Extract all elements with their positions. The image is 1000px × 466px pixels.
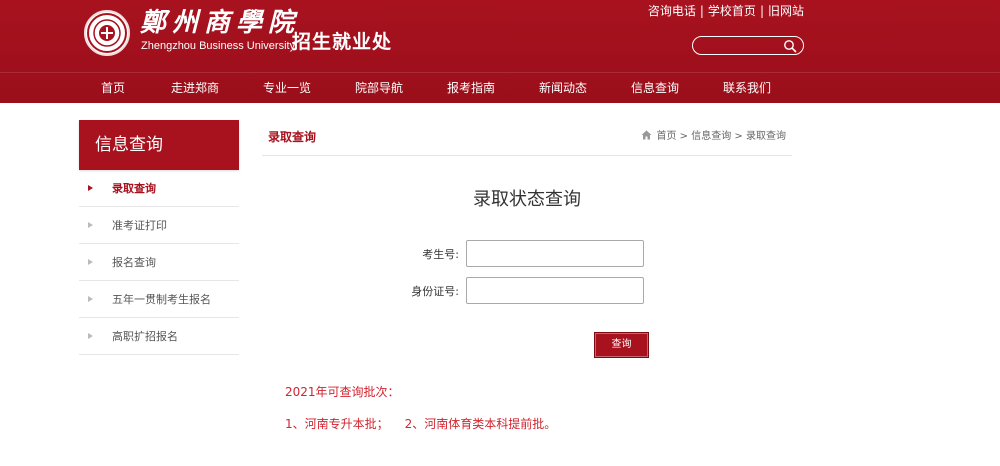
- breadcrumb-separator: >: [734, 131, 743, 142]
- nav-item-contact[interactable]: 联系我们: [707, 73, 787, 103]
- logo-english-name: Zhengzhou Business University: [141, 40, 296, 52]
- university-seal-icon[interactable]: [84, 10, 130, 56]
- triangle-right-icon: [88, 222, 93, 228]
- top-link-separator: |: [699, 4, 704, 18]
- top-link-old-site[interactable]: 旧网站: [768, 4, 804, 18]
- triangle-right-icon: [88, 185, 93, 191]
- search-icon[interactable]: [783, 39, 797, 53]
- sidebar-item-label: 报名查询: [112, 256, 156, 269]
- site-header: 鄭州商學院 Zhengzhou Business University 招生就业…: [0, 0, 1000, 103]
- sidebar-menu: 录取查询 准考证打印 报名查询 五年一贯制考生报名 高职扩招报名: [79, 170, 239, 355]
- nav-item-admission-guide[interactable]: 报考指南: [431, 73, 511, 103]
- triangle-right-icon: [88, 296, 93, 302]
- top-link-separator: |: [759, 4, 764, 18]
- logo-chinese-name[interactable]: 鄭州商學院: [140, 8, 300, 38]
- query-button[interactable]: 查询: [594, 332, 649, 358]
- sidebar-item-registration-query[interactable]: 报名查询: [79, 244, 239, 281]
- notice-list: 1、河南专升本批； 2、河南体育类本科提前批。: [285, 416, 556, 432]
- nav-item-about[interactable]: 走进郑商: [155, 73, 235, 103]
- content-header: 录取查询 首页 > 信息查询 > 录取查询: [262, 120, 792, 156]
- header-top: 鄭州商學院 Zhengzhou Business University 招生就业…: [0, 0, 1000, 72]
- search-box: [692, 36, 804, 55]
- triangle-right-icon: [88, 259, 93, 265]
- sidebar-item-label: 准考证打印: [112, 219, 167, 232]
- breadcrumb-current: 录取查询: [746, 131, 786, 142]
- nav-item-news[interactable]: 新闻动态: [523, 73, 603, 103]
- breadcrumb-home[interactable]: 首页: [656, 131, 676, 142]
- sidebar-item-label: 五年一贯制考生报名: [112, 293, 211, 306]
- department-name: 招生就业处: [292, 31, 393, 53]
- section-title: 录取查询: [268, 130, 317, 144]
- sidebar-item-five-year-registration[interactable]: 五年一贯制考生报名: [79, 281, 239, 318]
- nav-item-info-query[interactable]: 信息查询: [615, 73, 695, 103]
- top-link-school-home[interactable]: 学校首页: [708, 4, 756, 18]
- sidebar-item-label: 高职扩招报名: [112, 330, 178, 343]
- form-title: 录取状态查询: [473, 189, 581, 210]
- sidebar-item-admission-query[interactable]: 录取查询: [79, 170, 239, 207]
- top-links: 咨询电话 | 学校首页 | 旧网站: [648, 3, 804, 19]
- nav-item-majors[interactable]: 专业一览: [247, 73, 327, 103]
- notice-item: 1、河南专升本批；: [285, 417, 389, 431]
- notice-item: 2、河南体育类本科提前批。: [404, 417, 557, 431]
- breadcrumb-info-query[interactable]: 信息查询: [691, 131, 731, 142]
- candidate-number-input[interactable]: [466, 240, 644, 267]
- candidate-number-label: 考生号:: [422, 248, 459, 261]
- id-number-input[interactable]: [466, 277, 644, 304]
- sidebar-title: 信息查询: [79, 120, 239, 170]
- search-input[interactable]: [701, 38, 781, 53]
- breadcrumb-separator: >: [679, 131, 689, 142]
- nav-item-departments[interactable]: 院部导航: [339, 73, 419, 103]
- notice-title: 2021年可查询批次：: [285, 385, 400, 399]
- triangle-right-icon: [88, 333, 93, 339]
- home-icon: [641, 130, 652, 140]
- main-nav: 首页 走进郑商 专业一览 院部导航 报考指南 新闻动态 信息查询 联系我们: [0, 73, 1000, 103]
- id-number-label: 身份证号:: [411, 285, 459, 298]
- sidebar-item-ticket-print[interactable]: 准考证打印: [79, 207, 239, 244]
- sidebar-item-label: 录取查询: [112, 182, 156, 195]
- breadcrumb: 首页 > 信息查询 > 录取查询: [641, 130, 786, 144]
- nav-item-home[interactable]: 首页: [73, 73, 153, 103]
- sidebar-item-vocational-expansion[interactable]: 高职扩招报名: [79, 318, 239, 355]
- top-link-hotline[interactable]: 咨询电话: [648, 4, 696, 18]
